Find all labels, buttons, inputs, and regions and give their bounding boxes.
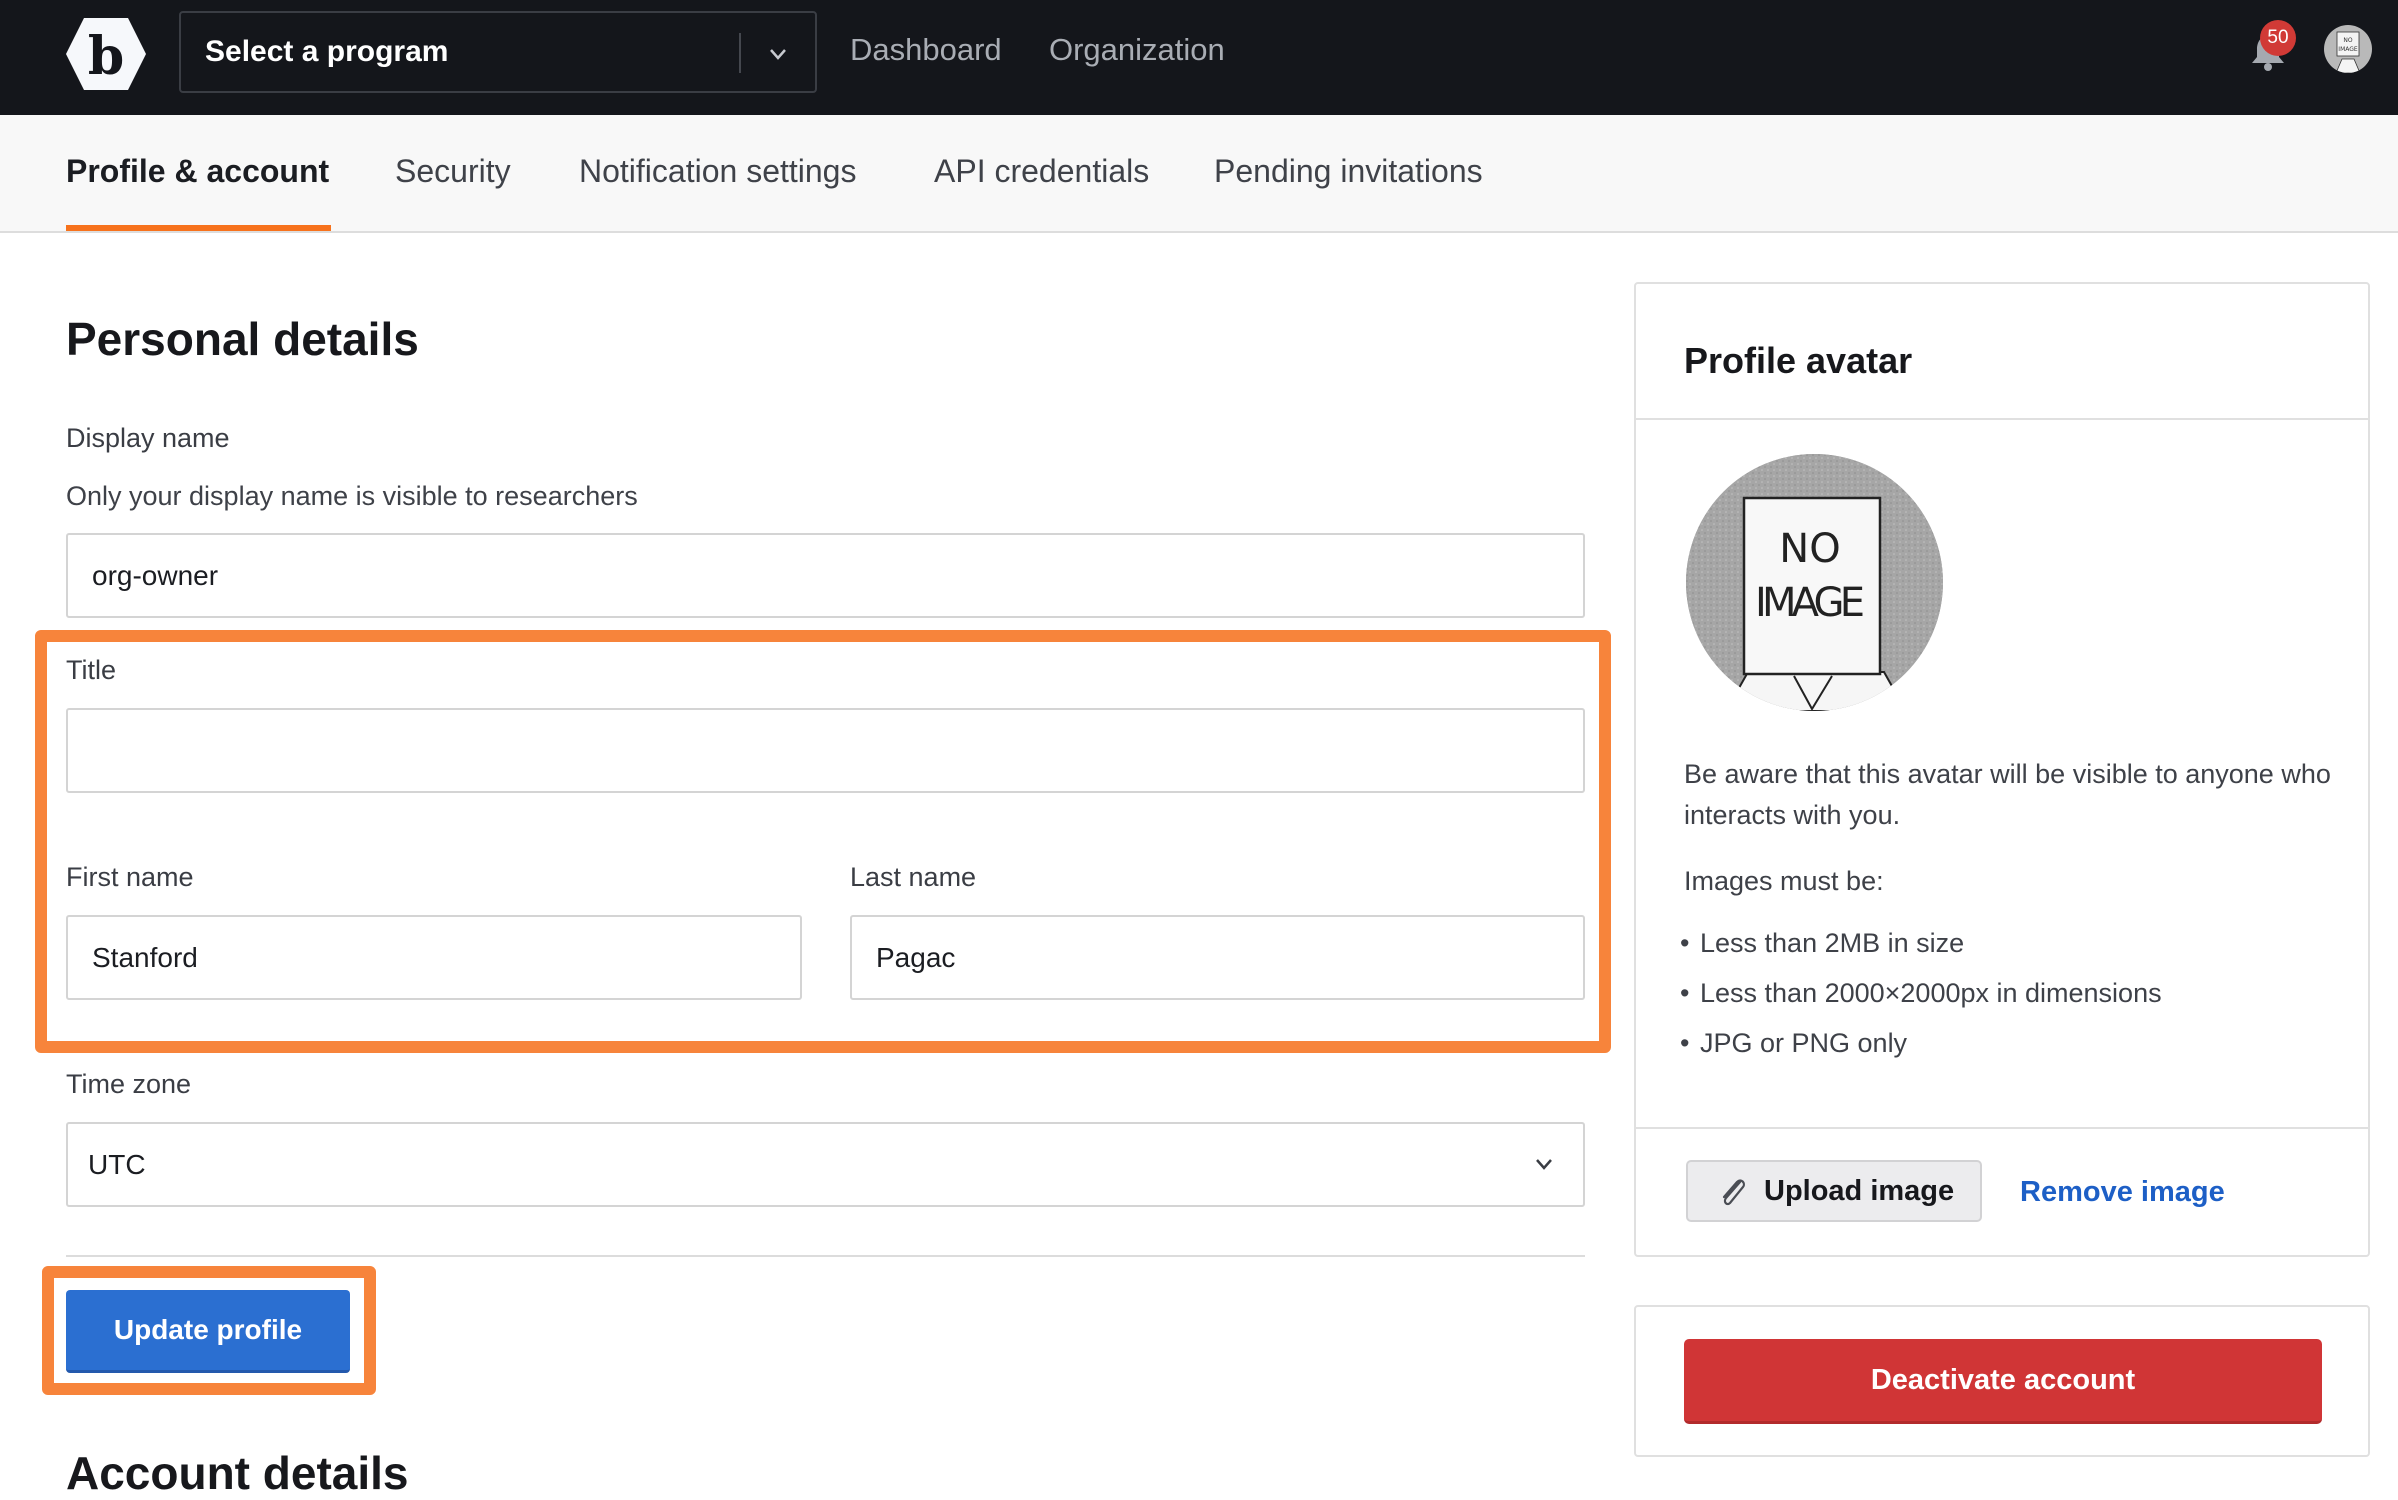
form-divider — [66, 1255, 1585, 1257]
requirement-item: Less than 2MB in size — [1680, 928, 1964, 959]
deactivate-account-button[interactable]: Deactivate account — [1684, 1339, 2322, 1424]
user-avatar[interactable]: NO IMAGE — [2324, 25, 2372, 73]
select-separator — [739, 33, 741, 73]
first-name-input[interactable] — [66, 915, 802, 1000]
nav-organization[interactable]: Organization — [1049, 32, 1225, 68]
card-title: Profile avatar — [1684, 340, 1913, 381]
tab-pending-invitations[interactable]: Pending invitations — [1214, 153, 1483, 190]
display-name-help: Only your display name is visible to res… — [66, 481, 638, 511]
card-footer-divider — [1636, 1127, 2368, 1129]
remove-image-link[interactable]: Remove image — [2020, 1176, 2225, 1209]
top-navigation-bar: b Select a program Dashboard Organizatio… — [0, 0, 2398, 115]
svg-text:IMAGE: IMAGE — [1755, 580, 1865, 626]
nav-dashboard[interactable]: Dashboard — [850, 32, 1002, 68]
title-label: Title — [66, 655, 117, 685]
requirement-item: JPG or PNG only — [1680, 1028, 1907, 1059]
tab-profile-account[interactable]: Profile & account — [66, 153, 329, 190]
avatar-image: NO IMAGE — [1686, 454, 1943, 711]
requirement-item: Less than 2000×2000px in dimensions — [1680, 978, 2162, 1009]
time-zone-value: UTC — [88, 1149, 146, 1180]
card-header: Profile avatar — [1636, 284, 2368, 420]
active-tab-indicator — [66, 225, 331, 231]
chevron-down-icon — [770, 49, 786, 60]
time-zone-select[interactable]: UTC — [66, 1122, 1585, 1207]
last-name-label: Last name — [850, 862, 977, 892]
svg-text:IMAGE: IMAGE — [2338, 46, 2358, 53]
bugcrowd-logo-icon[interactable]: b — [64, 16, 148, 92]
avatar-visibility-notice: Be aware that this avatar will be visibl… — [1684, 759, 2331, 830]
program-select[interactable]: Select a program — [179, 11, 817, 93]
update-profile-button[interactable]: Update profile — [66, 1290, 350, 1373]
last-name-input[interactable] — [850, 915, 1585, 1000]
page-title: Personal details — [66, 313, 419, 365]
first-name-label: First name — [66, 862, 194, 892]
notification-count-badge: 50 — [2260, 20, 2296, 56]
display-name-input[interactable] — [66, 533, 1585, 618]
requirements-intro: Images must be: — [1684, 866, 1884, 896]
paperclip-icon — [1722, 1179, 1745, 1206]
tab-security[interactable]: Security — [395, 153, 511, 190]
svg-text:NO: NO — [1779, 526, 1840, 572]
account-details-heading: Account details — [66, 1447, 409, 1499]
title-input[interactable] — [66, 708, 1585, 793]
display-name-label: Display name — [66, 423, 230, 453]
tab-api-credentials[interactable]: API credentials — [934, 153, 1149, 190]
svg-text:NO: NO — [2343, 37, 2352, 44]
tab-notification-settings[interactable]: Notification settings — [579, 153, 856, 190]
chevron-down-icon — [1536, 1159, 1552, 1170]
program-select-value: Select a program — [205, 35, 449, 68]
profile-avatar-card: Profile avatar NO IMAGE Be aware that th… — [1634, 282, 2370, 1257]
svg-text:b: b — [88, 26, 124, 87]
time-zone-label: Time zone — [66, 1069, 192, 1099]
danger-zone-card: Deactivate account — [1634, 1305, 2370, 1457]
settings-tabs: Profile & account Security Notification … — [0, 115, 2398, 233]
